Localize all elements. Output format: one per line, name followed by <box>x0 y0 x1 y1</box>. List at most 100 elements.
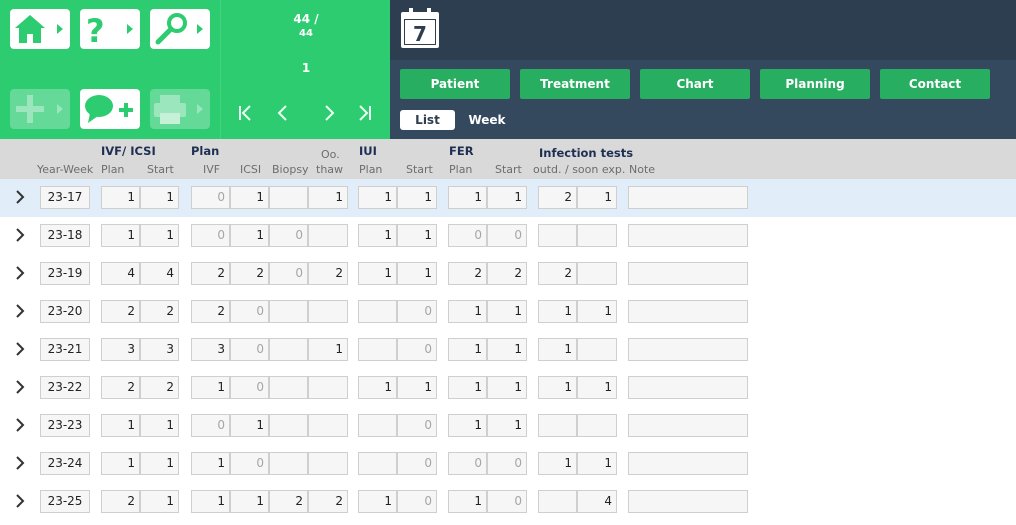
plan-biopsy-field[interactable] <box>269 338 308 361</box>
plan-ivf-field[interactable]: 0 <box>191 414 230 437</box>
add-comment-button[interactable] <box>80 89 140 129</box>
plan-ivf-field[interactable]: 3 <box>191 338 230 361</box>
fer-start-field[interactable]: 0 <box>487 490 527 513</box>
iui-start-field[interactable]: 0 <box>397 490 437 513</box>
ivf-start-field[interactable]: 1 <box>140 452 179 475</box>
fer-plan-field[interactable]: 0 <box>448 452 487 475</box>
next-page-icon[interactable] <box>323 104 337 127</box>
ivf-start-field[interactable]: 3 <box>140 338 179 361</box>
infection-soon-field[interactable] <box>577 338 617 361</box>
fer-plan-field[interactable]: 1 <box>448 376 487 399</box>
fer-start-field[interactable]: 2 <box>487 262 527 285</box>
table-row[interactable]: 23-25 2 1 1 1 2 2 1 0 1 0 4 <box>0 483 1016 521</box>
plan-ivf-field[interactable]: 1 <box>191 490 230 513</box>
iui-plan-field[interactable] <box>358 338 397 361</box>
week-field[interactable]: 23-20 <box>40 300 90 323</box>
iui-plan-field[interactable]: 1 <box>358 224 397 247</box>
table-row[interactable]: 23-18 1 1 0 1 0 1 1 0 0 <box>0 217 1016 255</box>
tab-contact[interactable]: Contact <box>880 69 990 99</box>
plan-ivf-field[interactable]: 2 <box>191 262 230 285</box>
tab-patient[interactable]: Patient <box>400 69 510 99</box>
iui-start-field[interactable]: 1 <box>397 262 437 285</box>
chevron-right-icon[interactable] <box>14 340 26 358</box>
ivf-plan-field[interactable]: 1 <box>101 186 140 209</box>
fer-start-field[interactable]: 1 <box>487 414 527 437</box>
plan-oo-thaw-field[interactable] <box>308 224 348 247</box>
infection-soon-field[interactable]: 1 <box>577 186 617 209</box>
table-row[interactable]: 23-23 1 1 0 1 0 1 1 <box>0 407 1016 445</box>
fer-plan-field[interactable]: 1 <box>448 490 487 513</box>
iui-plan-field[interactable]: 1 <box>358 262 397 285</box>
note-field[interactable] <box>628 338 748 361</box>
tab-treatment[interactable]: Treatment <box>520 69 630 99</box>
note-field[interactable] <box>628 490 748 513</box>
ivf-start-field[interactable]: 1 <box>140 414 179 437</box>
week-field[interactable]: 23-19 <box>40 262 90 285</box>
ivf-start-field[interactable]: 4 <box>140 262 179 285</box>
ivf-plan-field[interactable]: 1 <box>101 452 140 475</box>
infection-soon-field[interactable]: 1 <box>577 452 617 475</box>
iui-start-field[interactable]: 0 <box>397 300 437 323</box>
infection-soon-field[interactable]: 4 <box>577 490 617 513</box>
infection-soon-field[interactable] <box>577 262 617 285</box>
ivf-plan-field[interactable]: 2 <box>101 376 140 399</box>
table-row[interactable]: 23-24 1 1 1 0 0 0 0 1 1 <box>0 445 1016 483</box>
plan-oo-thaw-field[interactable] <box>308 452 348 475</box>
plan-icsi-field[interactable]: 1 <box>230 490 269 513</box>
ivf-plan-field[interactable]: 1 <box>101 414 140 437</box>
iui-plan-field[interactable]: 1 <box>358 490 397 513</box>
note-field[interactable] <box>628 376 748 399</box>
chevron-right-icon[interactable] <box>14 416 26 434</box>
iui-plan-field[interactable] <box>358 300 397 323</box>
fer-start-field[interactable]: 1 <box>487 300 527 323</box>
plan-ivf-field[interactable]: 0 <box>191 224 230 247</box>
chevron-right-icon[interactable] <box>14 302 26 320</box>
infection-soon-field[interactable]: 1 <box>577 376 617 399</box>
plan-ivf-field[interactable]: 1 <box>191 452 230 475</box>
note-field[interactable] <box>628 186 748 209</box>
infection-outdated-field[interactable] <box>538 490 577 513</box>
plan-icsi-field[interactable]: 0 <box>230 452 269 475</box>
plan-biopsy-field[interactable] <box>269 414 308 437</box>
help-button[interactable]: ? <box>80 9 140 49</box>
fer-plan-field[interactable]: 1 <box>448 186 487 209</box>
chevron-right-icon[interactable] <box>14 188 26 206</box>
plan-biopsy-field[interactable] <box>269 300 308 323</box>
last-page-icon[interactable] <box>357 104 373 127</box>
plan-icsi-field[interactable]: 1 <box>230 186 269 209</box>
plan-oo-thaw-field[interactable] <box>308 300 348 323</box>
plan-oo-thaw-field[interactable] <box>308 414 348 437</box>
iui-start-field[interactable]: 1 <box>397 186 437 209</box>
table-row[interactable]: 23-17 1 1 0 1 1 1 1 1 1 2 1 <box>0 179 1016 217</box>
plan-biopsy-field[interactable] <box>269 186 308 209</box>
note-field[interactable] <box>628 452 748 475</box>
fer-plan-field[interactable]: 1 <box>448 338 487 361</box>
add-button[interactable] <box>10 89 70 129</box>
infection-outdated-field[interactable]: 2 <box>538 262 577 285</box>
view-list-button[interactable]: List <box>400 110 455 130</box>
infection-soon-field[interactable]: 1 <box>577 300 617 323</box>
plan-icsi-field[interactable]: 0 <box>230 338 269 361</box>
ivf-start-field[interactable]: 1 <box>140 490 179 513</box>
ivf-start-field[interactable]: 2 <box>140 300 179 323</box>
iui-start-field[interactable]: 1 <box>397 376 437 399</box>
iui-plan-field[interactable] <box>358 452 397 475</box>
week-field[interactable]: 23-18 <box>40 224 90 247</box>
table-row[interactable]: 23-22 2 2 1 0 1 1 1 1 1 1 <box>0 369 1016 407</box>
iui-start-field[interactable]: 0 <box>397 452 437 475</box>
search-button[interactable] <box>150 9 210 49</box>
plan-biopsy-field[interactable]: 2 <box>269 490 308 513</box>
table-row[interactable]: 23-19 4 4 2 2 0 2 1 1 2 2 2 <box>0 255 1016 293</box>
week-field[interactable]: 23-25 <box>40 490 90 513</box>
plan-ivf-field[interactable]: 1 <box>191 376 230 399</box>
fer-start-field[interactable]: 1 <box>487 186 527 209</box>
fer-plan-field[interactable]: 2 <box>448 262 487 285</box>
plan-icsi-field[interactable]: 1 <box>230 414 269 437</box>
first-page-icon[interactable] <box>237 104 253 127</box>
plan-ivf-field[interactable]: 2 <box>191 300 230 323</box>
plan-icsi-field[interactable]: 0 <box>230 300 269 323</box>
plan-oo-thaw-field[interactable]: 2 <box>308 490 348 513</box>
infection-outdated-field[interactable] <box>538 414 577 437</box>
plan-biopsy-field[interactable] <box>269 452 308 475</box>
plan-biopsy-field[interactable]: 0 <box>269 224 308 247</box>
